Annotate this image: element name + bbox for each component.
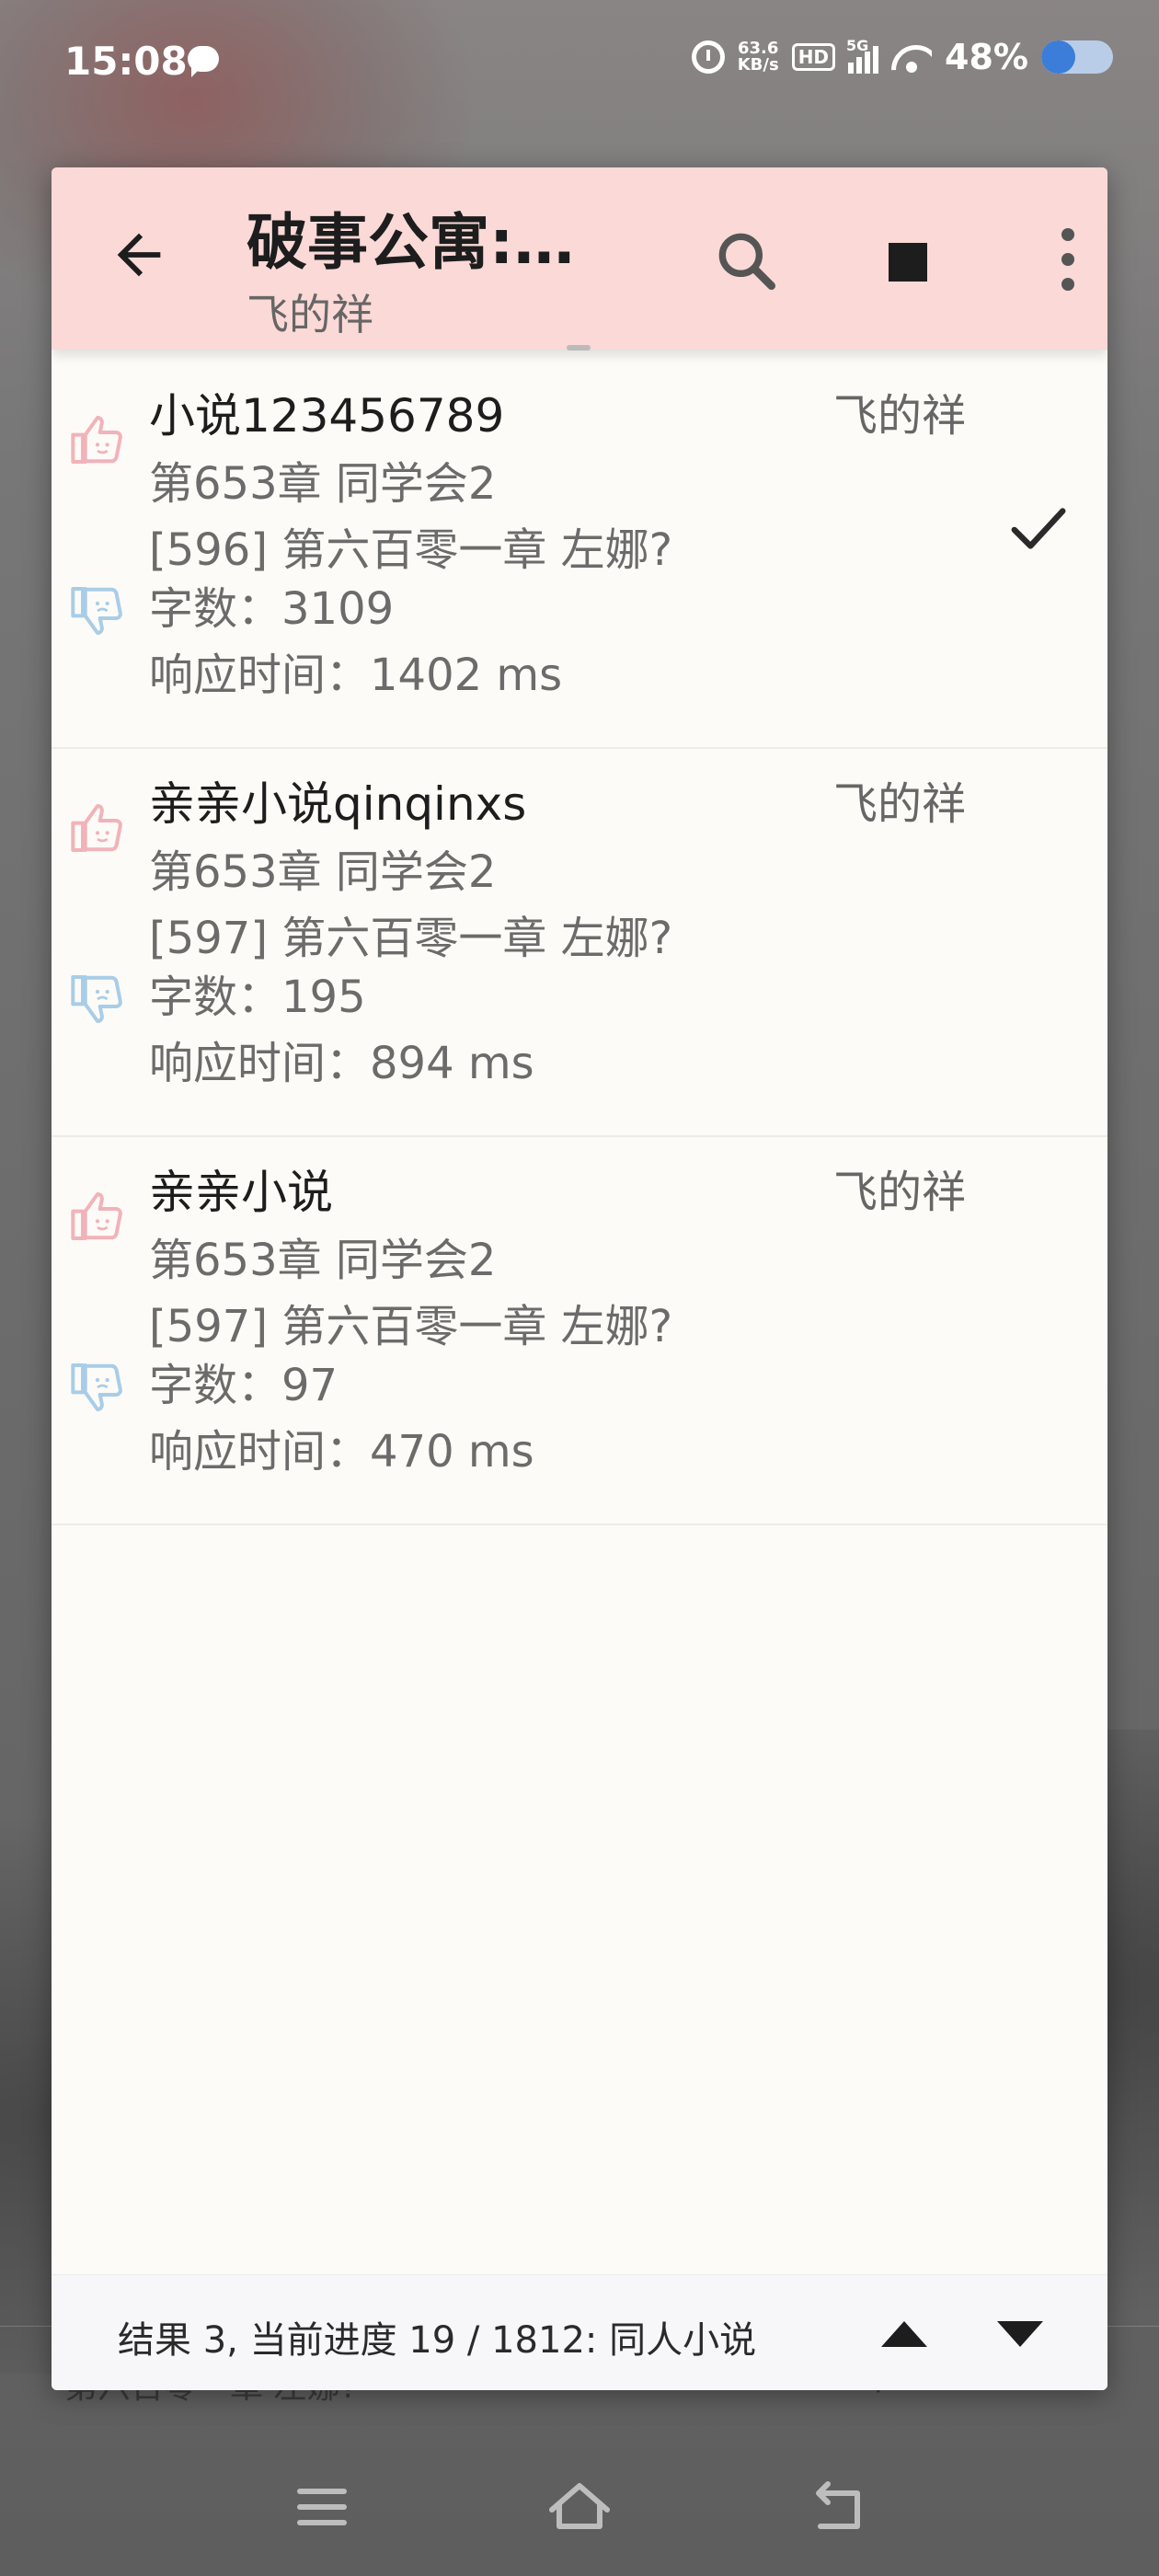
word-count: 字数：195 [149,972,366,1023]
source-name: 小说123456789 [149,389,505,443]
alarm-icon [691,40,725,74]
current-chapter: [597] 第六百零一章 左娜? [149,1301,673,1352]
change-source-dialog: 破事公寓:… 飞的祥 小说123456789 飞的祥 第653章 同学会2 [5… [52,167,1107,2390]
back-icon [816,2481,860,2529]
thumb-up-icon[interactable] [68,1187,127,1246]
triangle-up-icon [881,2321,927,2347]
message-icon [188,46,219,77]
battery-fill [1041,40,1076,74]
scroll-up-button[interactable] [872,2310,936,2356]
back-button[interactable] [107,223,171,287]
status-indicators: 63.6 KB/s HD 5G 48% [691,37,1113,77]
source-list: 小说123456789 飞的祥 第653章 同学会2 [596] 第六百零一章 … [52,361,1107,1525]
search-button[interactable] [710,224,784,298]
thumb-up-icon[interactable] [68,410,127,469]
scroll-down-button[interactable] [988,2310,1052,2356]
more-options-button[interactable] [1045,223,1091,296]
network-speed-unit: KB/s [737,55,779,75]
dialog-toolbar: 破事公寓:… 飞的祥 [52,167,1107,351]
search-icon [718,233,775,290]
current-chapter: [597] 第六百零一章 左娜? [149,913,673,964]
stop-icon [889,243,927,282]
more-vertical-icon [1061,228,1074,241]
nav-back-button[interactable] [800,2475,874,2539]
search-progress-bar: 结果 3, 当前进度 19 / 1812: 同人小说 [52,2274,1107,2390]
thumb-down-icon[interactable] [68,1358,127,1417]
network-speed: 63.6 KB/s [738,40,779,74]
word-count: 字数：3109 [149,583,395,635]
cellular-signal-icon: 5G [846,37,879,74]
hd-icon: HD [791,43,836,71]
source-author: 飞的祥 [833,390,967,442]
nav-home-button[interactable] [543,2475,616,2539]
book-title: 破事公寓:… [247,207,575,278]
response-time: 响应时间：470 ms [149,1426,534,1478]
wifi-icon [891,41,932,73]
source-author: 飞的祥 [833,1167,967,1218]
thumb-down-icon[interactable] [68,581,127,640]
latest-chapter: 第653章 同学会2 [149,846,497,898]
menu-icon [297,2489,347,2525]
response-time: 响应时间：1402 ms [149,650,563,701]
response-time: 响应时间：894 ms [149,1038,534,1089]
latest-chapter: 第653章 同学会2 [149,458,497,510]
source-row[interactable]: 小说123456789 飞的祥 第653章 同学会2 [596] 第六百零一章 … [52,361,1107,749]
drag-handle[interactable] [567,345,591,351]
network-type-label: 5G [846,37,869,54]
source-name: 亲亲小说qinqinxs [149,777,527,831]
thumb-down-icon[interactable] [68,970,127,1029]
source-name: 亲亲小说 [149,1166,333,1219]
navigation-bar [0,2447,1159,2576]
arrow-left-icon [117,233,161,277]
source-author: 飞的祥 [833,778,967,830]
stop-button[interactable] [879,234,938,293]
current-chapter: [596] 第六百零一章 左娜? [149,524,673,576]
nav-menu-button[interactable] [285,2475,359,2539]
check-icon [1011,508,1066,549]
book-author: 飞的祥 [247,290,373,339]
latest-chapter: 第653章 同学会2 [149,1235,497,1286]
word-count: 字数：97 [149,1360,339,1411]
search-progress-text: 结果 3, 当前进度 19 / 1812: 同人小说 [118,2319,757,2362]
source-row[interactable]: 亲亲小说qinqinxs 飞的祥 第653章 同学会2 [597] 第六百零一章… [52,749,1107,1137]
thumb-up-icon[interactable] [68,799,127,857]
status-time: 15:08 [64,39,188,84]
triangle-down-icon [997,2321,1043,2347]
source-row[interactable]: 亲亲小说 飞的祥 第653章 同学会2 [597] 第六百零一章 左娜? 字数：… [52,1137,1107,1525]
home-icon [549,2483,610,2529]
battery-icon [1041,40,1113,74]
status-bar: 15:08 63.6 KB/s HD 5G 48% [0,0,1159,129]
battery-percent: 48% [945,37,1028,77]
